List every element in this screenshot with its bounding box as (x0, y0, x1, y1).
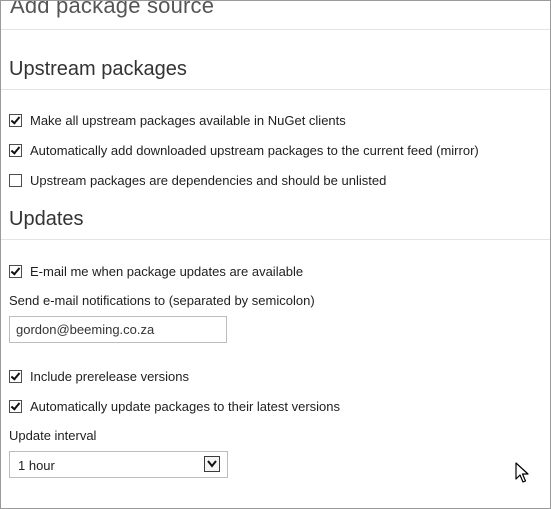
email-updates-checkbox[interactable] (9, 264, 22, 278)
upstream-packages-heading: Upstream packages (9, 58, 187, 80)
update-interval-value: 1 hour (18, 458, 55, 473)
prerelease-label: Include prerelease versions (30, 368, 189, 384)
auto-update-option[interactable]: Automatically update packages to their l… (9, 398, 340, 414)
email-updates-option[interactable]: E-mail me when package updates are avail… (9, 263, 303, 279)
upstream-unlisted-option[interactable]: Upstream packages are dependencies and s… (9, 172, 386, 188)
email-notifications-label: Send e-mail notifications to (separated … (9, 293, 315, 308)
chevron-down-icon[interactable] (204, 456, 220, 472)
title-divider (1, 29, 550, 30)
auto-update-checkbox[interactable] (9, 399, 22, 413)
auto-update-label: Automatically update packages to their l… (30, 398, 341, 414)
email-field[interactable] (9, 316, 227, 343)
upstream-section-divider (1, 89, 550, 90)
updates-heading: Updates (9, 208, 84, 230)
upstream-unlisted-checkbox[interactable] (9, 173, 22, 187)
prerelease-option[interactable]: Include prerelease versions (9, 368, 189, 384)
update-interval-label: Update interval (9, 428, 97, 443)
mouse-pointer-icon (515, 462, 529, 489)
update-interval-select[interactable]: 1 hour (9, 451, 228, 478)
upstream-unlisted-label: Upstream packages are dependencies and s… (30, 172, 387, 188)
upstream-available-option[interactable]: Make all upstream packages available in … (9, 112, 346, 128)
upstream-available-label: Make all upstream packages available in … (30, 112, 346, 128)
prerelease-checkbox[interactable] (9, 369, 22, 383)
email-updates-label: E-mail me when package updates are avail… (30, 263, 304, 279)
add-package-source-dialog: Add package source Upstream packages Mak… (0, 0, 551, 509)
updates-section-divider (1, 239, 550, 240)
auto-add-upstream-checkbox[interactable] (9, 143, 22, 157)
auto-add-upstream-label: Automatically add downloaded upstream pa… (30, 142, 479, 158)
upstream-available-checkbox[interactable] (9, 113, 22, 127)
page-title: Add package source (10, 0, 215, 18)
auto-add-upstream-option[interactable]: Automatically add downloaded upstream pa… (9, 142, 479, 158)
